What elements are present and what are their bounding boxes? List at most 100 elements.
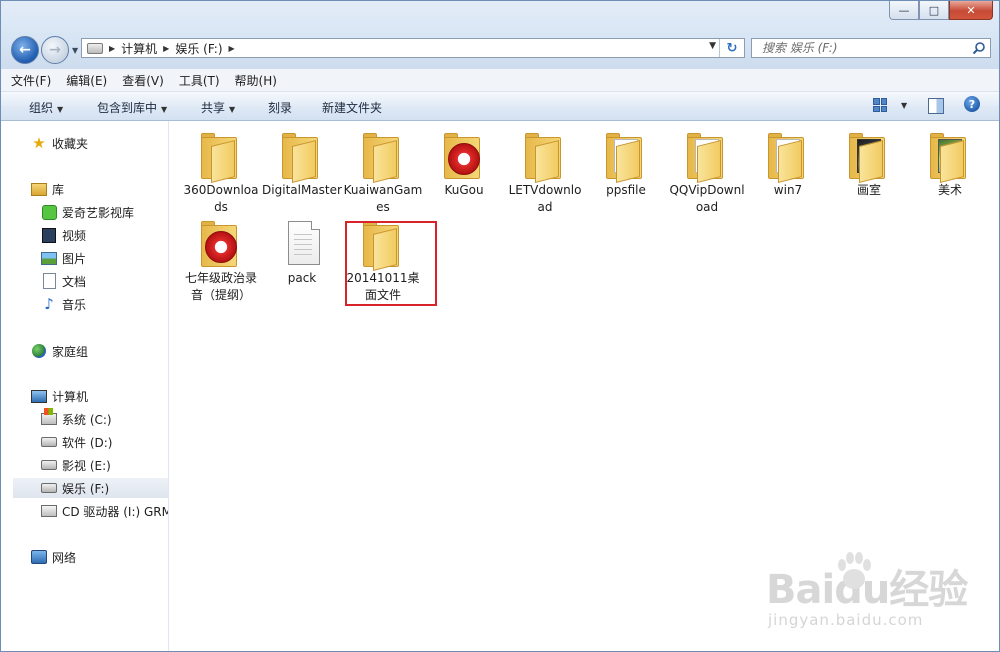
chevron-right-icon[interactable]: ▶ <box>109 44 115 53</box>
close-button[interactable]: ✕ <box>949 1 993 20</box>
arrow-left-icon: ← <box>19 42 31 58</box>
item-label: win7 <box>773 183 803 197</box>
folder-win7[interactable]: win7 <box>748 131 828 199</box>
sidebar-item-videos[interactable]: 视频 <box>41 225 86 245</box>
sidebar-item-drive-e[interactable]: 影视 (E:) <box>41 455 111 475</box>
minimize-button[interactable]: — <box>889 1 919 20</box>
address-bar[interactable]: ▶ 计算机 ▶ 娱乐 (F:) ▶ ▼ ↻ <box>81 38 745 58</box>
sidebar-item-label: 库 <box>52 182 65 197</box>
folder-icon <box>278 131 326 183</box>
organize-button[interactable]: 组织 ▼ <box>29 99 63 116</box>
chevron-right-icon[interactable]: ▶ <box>229 44 235 53</box>
drive-icon <box>41 480 57 496</box>
folder-icon <box>683 131 731 183</box>
menu-bar: 文件(F) 编辑(E) 查看(V) 工具(T) 帮助(H) <box>1 69 999 92</box>
sidebar-item-label: 爱奇艺影视库 <box>62 205 135 220</box>
folder-icon <box>197 131 245 183</box>
folder-360downloads[interactable]: 360Downloads <box>181 131 261 216</box>
search-input[interactable] <box>752 40 974 56</box>
sidebar-item-drive-c[interactable]: 系统 (C:) <box>41 408 112 429</box>
views-icon <box>873 98 887 112</box>
folder-icon <box>521 131 569 183</box>
new-folder-button[interactable]: 新建文件夹 <box>322 99 382 116</box>
folder-kugou[interactable]: KuGou <box>424 131 504 199</box>
folder-qqvipdownload[interactable]: QQVipDownload <box>667 131 747 216</box>
kugou-folder-icon <box>197 219 245 267</box>
menu-tools[interactable]: 工具(T) <box>174 72 225 89</box>
item-label: ppsfile <box>606 183 646 197</box>
kugou-folder-icon <box>440 131 488 179</box>
folder-kuaiwangames[interactable]: KuaiwanGames <box>343 131 423 216</box>
folder-studio[interactable]: 画室 <box>829 131 909 199</box>
picture-icon <box>41 250 57 266</box>
sidebar-item-pictures[interactable]: 图片 <box>41 248 86 268</box>
sidebar-item-music[interactable]: ♪ 音乐 <box>41 294 86 314</box>
window-controls: — □ ✕ <box>889 1 993 21</box>
menu-file[interactable]: 文件(F) <box>6 72 56 89</box>
sidebar-item-drive-d[interactable]: 软件 (D:) <box>41 432 112 452</box>
item-label: QQVipDownload <box>669 183 745 214</box>
sidebar-item-network[interactable]: 网络 <box>31 547 76 567</box>
drive-icon <box>41 434 57 450</box>
folder-letvdownload[interactable]: LETVdownload <box>505 131 585 216</box>
menu-edit[interactable]: 编辑(E) <box>61 72 112 89</box>
folder-digitalmaster[interactable]: DigitalMaster <box>262 131 342 199</box>
chevron-down-icon[interactable]: ▼ <box>901 101 907 110</box>
breadcrumb-drive[interactable]: 娱乐 (F:) <box>175 40 222 57</box>
sidebar-item-label: 收藏夹 <box>52 136 89 151</box>
sidebar-item-cd-drive[interactable]: CD 驱动器 (I:) GRM <box>41 501 168 521</box>
item-label: KuaiwanGames <box>343 183 423 214</box>
refresh-icon: ↻ <box>726 40 738 56</box>
homegroup-icon <box>31 343 47 359</box>
chevron-down-icon: ▼ <box>57 105 64 114</box>
chevron-right-icon[interactable]: ▶ <box>163 44 169 53</box>
recent-pages-dropdown[interactable]: ▼ <box>72 46 78 55</box>
sidebar-item-label: 软件 (D:) <box>62 435 113 450</box>
include-library-button[interactable]: 包含到库中 ▼ <box>97 99 167 116</box>
command-bar: 组织 ▼ 包含到库中 ▼ 共享 ▼ 刻录 新建文件夹 ▼ ? <box>1 92 999 121</box>
help-icon[interactable]: ? <box>964 96 980 112</box>
maximize-button[interactable]: □ <box>919 1 949 20</box>
folder-art[interactable]: 美术 <box>910 131 990 199</box>
star-icon: ★ <box>32 134 46 152</box>
folder-icon <box>602 131 650 183</box>
change-view-button[interactable]: ▼ <box>873 98 907 112</box>
sidebar-item-computer[interactable]: 计算机 <box>31 386 88 406</box>
folder-ppsfile[interactable]: ppsfile <box>586 131 666 199</box>
search-icon[interactable] <box>972 41 986 55</box>
file-pack[interactable]: pack <box>262 219 342 287</box>
folder-icon <box>359 131 407 183</box>
sidebar-item-favorites[interactable]: ★ 收藏夹 <box>31 133 88 153</box>
item-label: pack <box>287 271 317 285</box>
item-label: KuGou <box>444 183 484 197</box>
sidebar-item-label: 图片 <box>62 251 87 266</box>
menu-view[interactable]: 查看(V) <box>117 72 169 89</box>
breadcrumb-computer[interactable]: 计算机 <box>121 40 157 57</box>
burn-button[interactable]: 刻录 <box>268 99 292 116</box>
system-drive-icon <box>41 408 57 427</box>
chevron-down-icon[interactable]: ▼ <box>709 41 716 51</box>
preview-pane-icon[interactable] <box>928 98 944 114</box>
menu-help[interactable]: 帮助(H) <box>230 72 282 89</box>
chevron-down-icon: ▼ <box>161 105 168 114</box>
refresh-button[interactable]: ↻ <box>719 39 744 57</box>
item-label: DigitalMaster <box>262 183 342 197</box>
document-icon <box>41 273 57 289</box>
sidebar-item-label: 系统 (C:) <box>62 412 112 427</box>
arrow-right-icon: → <box>49 42 61 58</box>
sidebar-item-label: 家庭组 <box>52 344 89 359</box>
drive-icon <box>87 42 103 54</box>
sidebar-item-libraries[interactable]: 库 <box>31 179 64 199</box>
folder-politics-recording[interactable]: 七年级政治录音（提纲） <box>181 219 261 304</box>
sidebar-item-label: 计算机 <box>52 389 89 404</box>
sidebar-item-drive-f[interactable]: 娱乐 (F:) <box>13 478 168 498</box>
chevron-down-icon: ▼ <box>229 105 236 114</box>
sidebar-item-homegroup[interactable]: 家庭组 <box>31 341 88 361</box>
explorer-window: — □ ✕ ← → ▼ ▶ 计算机 ▶ 娱乐 (F:) ▶ ▼ ↻ 文件(F) … <box>0 0 1000 652</box>
sidebar-item-iqiyi-library[interactable]: 爱奇艺影视库 <box>41 202 134 222</box>
item-label: 美术 <box>937 183 962 197</box>
forward-button[interactable]: → <box>41 36 69 64</box>
share-button[interactable]: 共享 ▼ <box>201 99 235 116</box>
back-button[interactable]: ← <box>11 36 39 64</box>
sidebar-item-documents[interactable]: 文档 <box>41 271 86 291</box>
